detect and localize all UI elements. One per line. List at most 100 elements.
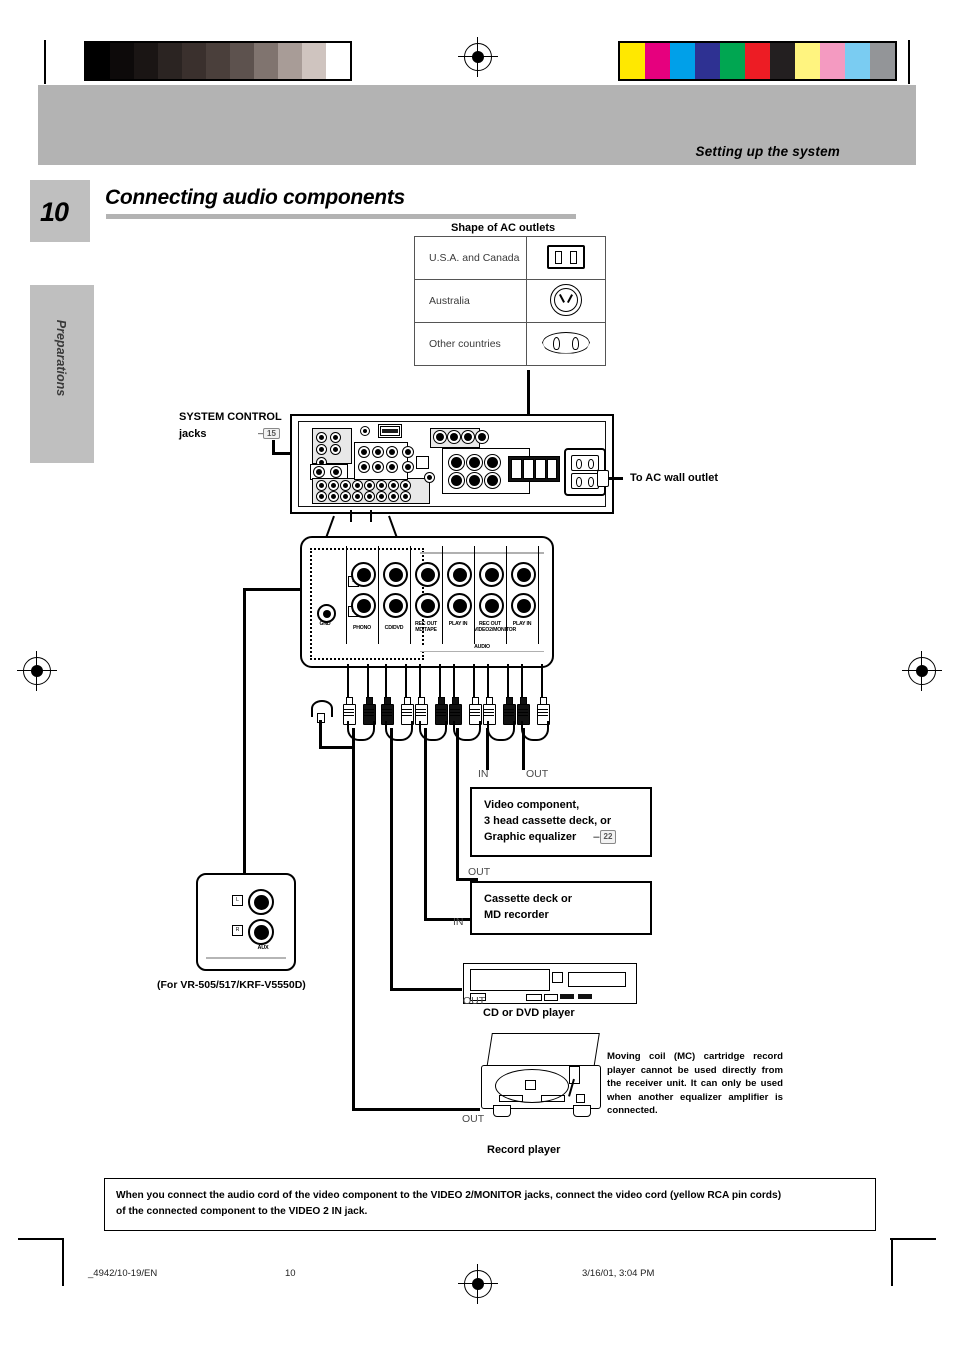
ac-wall-outlet-label: To AC wall outlet (630, 472, 718, 484)
video-jack (386, 461, 398, 473)
cd-out-label: OUT (463, 995, 486, 1007)
jack-playin-video2-r (511, 593, 536, 618)
color-swatch (795, 43, 820, 79)
greyscale-swatch (182, 43, 206, 79)
audio-jack (340, 480, 351, 491)
greyscale-swatch (302, 43, 326, 79)
rca-plug-pair (342, 697, 380, 749)
crop-mark-br-v (891, 1240, 893, 1286)
rca-plug-black (362, 697, 376, 725)
wire-tape-v1 (424, 728, 427, 920)
ground-spade-connector (311, 700, 333, 723)
jack-recout-video2-l (479, 562, 504, 587)
audio-jack (400, 491, 411, 502)
video-jack (372, 446, 384, 458)
jack-label-playin-md: PLAY IN (448, 621, 468, 627)
greyscale-swatch (206, 43, 230, 79)
switched-ac-outlet (571, 455, 599, 471)
wire-aux-h (243, 588, 301, 591)
speaker-jack (484, 472, 501, 489)
system-control-label-line2: jacks (179, 428, 207, 440)
color-calibration-bar (618, 41, 897, 81)
jack-playin-md-l (447, 562, 472, 587)
ground-wire (319, 720, 322, 748)
wire-tape-v2 (456, 728, 459, 880)
audio-jack (352, 491, 363, 502)
video-jack (402, 461, 414, 473)
aux-jack-l (248, 889, 274, 915)
rca-plug-white (400, 697, 414, 725)
color-swatch (820, 43, 845, 79)
switch-block (416, 456, 429, 469)
greyscale-swatch (110, 43, 134, 79)
crop-mark-tl-v (44, 40, 46, 84)
cd-player-control (526, 994, 542, 1001)
unswitched-ac-outlet (571, 473, 599, 489)
video-component-callout: Video component, 3 head cassette deck, o… (470, 787, 652, 857)
leader-detail-left (350, 510, 352, 522)
rca-plug-white (468, 697, 482, 725)
bottom-note-line2: of the connected component to the VIDEO … (116, 1206, 368, 1218)
video-jack (402, 446, 414, 458)
us-outlet-icon (526, 236, 606, 280)
bottom-note-box: When you connect the audio cord of the v… (104, 1178, 876, 1231)
record-player-illustration (481, 1033, 603, 1121)
rca-plug-pair (448, 697, 486, 749)
audio-jack (364, 480, 375, 491)
rca-plug-pair (380, 697, 418, 749)
video-component-line1: Video component, (484, 799, 580, 811)
color-swatch (720, 43, 745, 79)
audio-jack (400, 480, 411, 491)
page-title: Connecting audio components (105, 186, 405, 209)
rca-plug-white (414, 697, 428, 725)
registration-mark-left (17, 651, 57, 691)
audio-bus-label: AUDIO (420, 644, 544, 651)
rca-cable-stub (473, 664, 476, 698)
jack-label-recout-md-line2: MD/TAPE (415, 626, 437, 633)
audio-jack (376, 491, 387, 502)
cassette-deck-callout: Cassette deck or MD recorder (470, 881, 652, 935)
ac-region-label: Australia (414, 279, 527, 323)
bottom-note-line1: When you connect the audio cord of the v… (116, 1190, 782, 1201)
cd-player-control (544, 994, 558, 1001)
system-control-label-line1: SYSTEM CONTROL (179, 411, 282, 423)
registration-mark-right (902, 651, 942, 691)
jack-label-phono: PHONO (352, 625, 372, 631)
cd-player-caption: CD or DVD player (483, 1007, 575, 1019)
audio-jack (388, 491, 399, 502)
crop-mark-bl-h (18, 1238, 64, 1240)
audio-bus-rule-top (420, 552, 544, 554)
speaker-terminal (547, 459, 557, 479)
aux-panel-rule (206, 956, 286, 959)
rca-cable-loop (487, 721, 515, 741)
greyscale-swatch (134, 43, 158, 79)
jack-playin-video2-l (511, 562, 536, 587)
preout-jack (433, 430, 447, 444)
cd-player-control (560, 994, 574, 999)
video-component-line3-text: Graphic equalizer (484, 830, 577, 843)
crop-mark-tr-v (908, 40, 910, 84)
jack-cddvd-l (383, 562, 408, 587)
speaker-terminal (535, 459, 546, 479)
audio-jack (316, 491, 327, 502)
cassette-out-label: OUT (468, 866, 491, 878)
jack-recout-video2-r (479, 593, 504, 618)
jack-phono-r (351, 593, 376, 618)
rca-cable-stub (541, 664, 544, 698)
speaker-jack (466, 454, 483, 471)
greyscale-swatch (158, 43, 182, 79)
video-jack (358, 461, 370, 473)
mc-cartridge-warning: Moving coil (MC) cartridge record player… (607, 1051, 783, 1117)
jack-label-playin-video2: PLAY IN (512, 621, 532, 627)
fm-terminal-contacts (380, 426, 400, 436)
europlug-outlet-icon (526, 322, 606, 366)
rca-plug-white (536, 697, 550, 725)
color-swatch (870, 43, 895, 79)
cd-player-display (568, 972, 626, 987)
rca-plug-black (434, 697, 448, 725)
footer-file-ref: _4942/10-19/EN (88, 1268, 158, 1279)
preout-jack (447, 430, 461, 444)
aux-jack-panel: L R AUX (196, 873, 296, 971)
rca-plug-white (482, 697, 496, 725)
section-tab: Preparations (30, 285, 94, 463)
